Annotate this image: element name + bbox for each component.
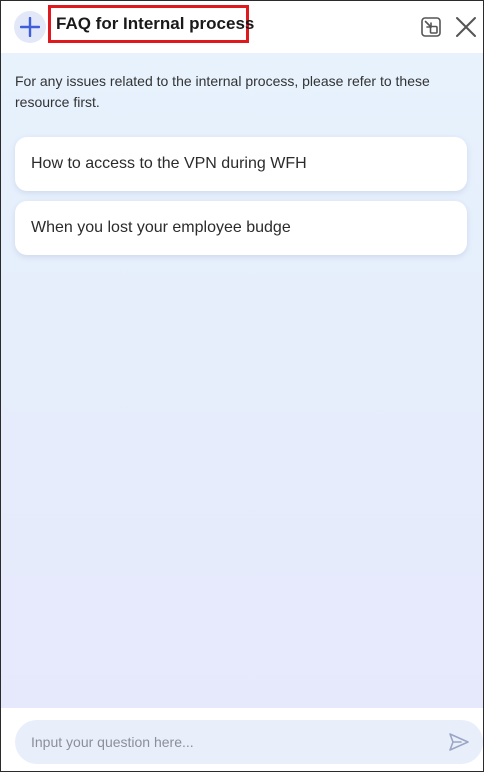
faq-item-label: How to access to the VPN during WFH — [31, 155, 307, 172]
page-title: FAQ for Internal process — [56, 14, 255, 33]
send-button[interactable] — [447, 731, 471, 753]
faq-item-employee-badge[interactable]: When you lost your employee budge — [15, 201, 467, 255]
send-icon — [449, 733, 469, 751]
panel-header: FAQ for Internal process — [1, 1, 483, 53]
input-footer — [1, 708, 483, 771]
faq-content-area: For any issues related to the internal p… — [1, 53, 483, 708]
intro-text: For any issues related to the internal p… — [15, 73, 430, 110]
close-button[interactable] — [453, 14, 479, 40]
plus-icon — [20, 17, 40, 37]
chat-panel: FAQ for Internal process For any issues … — [0, 0, 484, 772]
title-highlight-box: FAQ for Internal process — [48, 5, 254, 43]
faq-item-vpn[interactable]: How to access to the VPN during WFH — [15, 137, 467, 191]
question-input[interactable] — [31, 720, 431, 764]
question-input-wrapper — [15, 720, 483, 764]
faq-item-label: When you lost your employee budge — [31, 219, 291, 236]
new-chat-button[interactable] — [14, 11, 46, 43]
close-icon — [456, 17, 476, 37]
minimize-button[interactable] — [418, 14, 444, 40]
minimize-window-icon — [421, 17, 441, 37]
